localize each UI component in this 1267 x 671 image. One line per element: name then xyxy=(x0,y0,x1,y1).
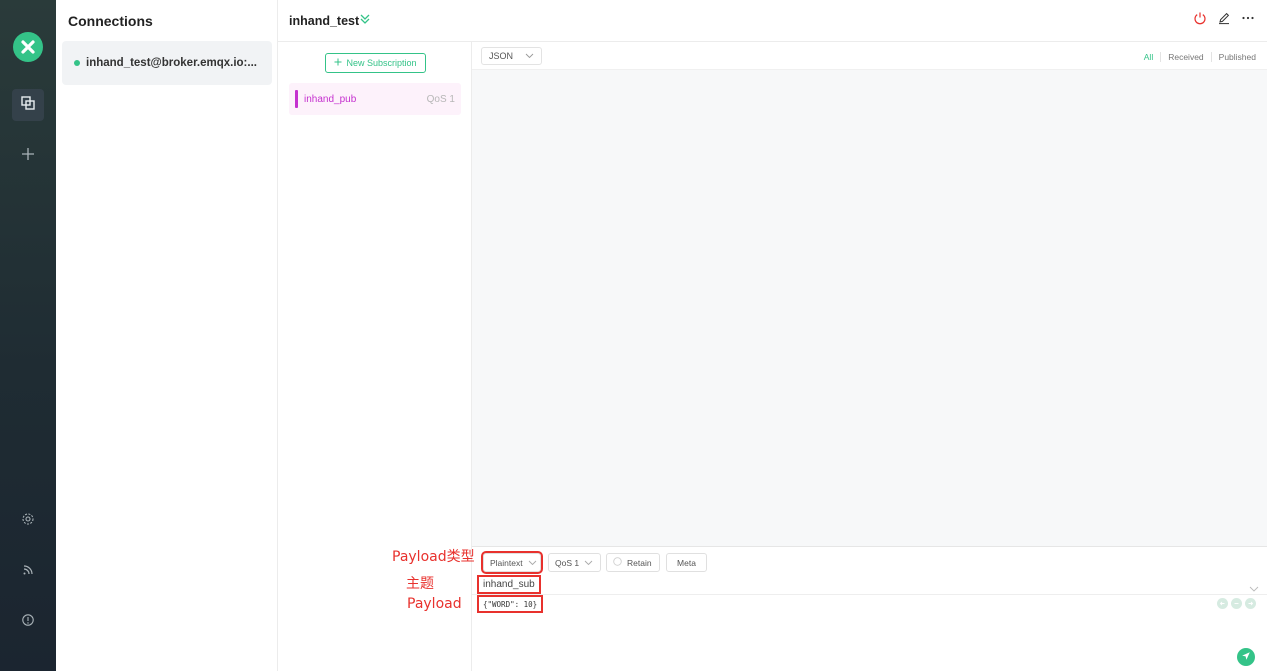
filter-received[interactable]: Received xyxy=(1160,52,1210,62)
subscription-qos: QoS 1 xyxy=(426,94,455,105)
chevron-down-icon xyxy=(584,558,593,568)
connection-item-label: inhand_test@broker.emqx.io:... xyxy=(86,57,257,69)
message-format-select[interactable]: JSON xyxy=(481,47,542,65)
subscription-item[interactable]: inhand_pub QoS 1 xyxy=(289,83,461,115)
chevron-down-icon xyxy=(525,51,534,61)
qos-value: QoS 1 xyxy=(555,557,580,568)
retain-toggle[interactable]: Retain xyxy=(606,553,660,572)
qos-select[interactable]: QoS 1 xyxy=(548,553,601,572)
connection-item[interactable]: inhand_test@broker.emqx.io:... xyxy=(62,41,272,85)
payload-type-select[interactable]: Plaintext xyxy=(481,551,543,574)
plus-icon xyxy=(334,58,342,68)
annotation-payload: Payload xyxy=(407,596,462,612)
publish-payload-editor[interactable]: {"WORD": 10} xyxy=(476,595,544,613)
about-nav-button[interactable] xyxy=(12,606,44,638)
connections-nav-button[interactable] xyxy=(12,89,44,121)
info-icon xyxy=(21,613,35,632)
subscription-color-bar xyxy=(295,90,298,108)
meta-button[interactable]: Meta xyxy=(666,553,707,572)
chevron-down-icon[interactable] xyxy=(1249,580,1259,598)
filter-all[interactable]: All xyxy=(1137,52,1160,62)
new-connection-nav-button[interactable] xyxy=(12,140,44,172)
new-subscription-button[interactable]: New Subscription xyxy=(325,53,426,73)
new-subscription-label: New Subscription xyxy=(346,58,417,68)
send-button[interactable] xyxy=(1237,648,1255,666)
connection-status-dot xyxy=(74,60,80,66)
send-icon xyxy=(1241,648,1251,666)
publish-topic-row: inhand_sub xyxy=(472,575,1267,598)
connection-header: inhand_test xyxy=(278,0,1267,42)
expand-chevron-icon[interactable] xyxy=(359,12,371,31)
chevron-down-icon xyxy=(528,558,537,568)
log-nav-button[interactable] xyxy=(12,556,44,588)
subscription-topic: inhand_pub xyxy=(304,94,357,105)
edit-icon[interactable] xyxy=(1217,11,1231,30)
history-clear-icon[interactable] xyxy=(1231,598,1242,609)
message-list[interactable] xyxy=(472,70,1267,546)
connections-title: Connections xyxy=(68,13,153,29)
mqttx-logo xyxy=(13,32,43,62)
message-filters: All Received Published xyxy=(1137,52,1256,62)
annotation-payload-type: Payload类型 xyxy=(392,549,475,565)
disconnect-icon[interactable] xyxy=(1193,11,1207,30)
plus-icon xyxy=(20,146,36,167)
retain-label: Retain xyxy=(627,557,652,568)
retain-radio-icon xyxy=(613,557,622,568)
subscriptions-panel: New Subscription inhand_pub QoS 1 xyxy=(278,42,472,671)
annotation-topic: 主题 xyxy=(406,576,434,592)
message-format-value: JSON xyxy=(489,51,514,61)
connections-panel: Connections inhand_test@broker.emqx.io:.… xyxy=(56,0,278,671)
connection-title: inhand_test xyxy=(289,14,360,28)
publish-topic-input[interactable]: inhand_sub xyxy=(477,575,541,594)
settings-icon xyxy=(21,512,35,531)
nav-rail xyxy=(0,0,56,671)
payload-type-value: Plaintext xyxy=(490,557,523,568)
header-actions xyxy=(1193,11,1255,30)
publish-panel: Plaintext QoS 1 Retain Meta inhand_sub {… xyxy=(472,546,1267,671)
settings-nav-button[interactable] xyxy=(12,505,44,537)
filter-published[interactable]: Published xyxy=(1210,52,1256,62)
meta-label: Meta xyxy=(677,557,696,568)
message-toolbar: JSON All Received Published xyxy=(472,42,1267,70)
connections-icon xyxy=(20,95,36,116)
history-back-icon[interactable] xyxy=(1217,598,1228,609)
history-forward-icon[interactable] xyxy=(1245,598,1256,609)
feed-icon xyxy=(21,563,35,582)
more-icon[interactable] xyxy=(1241,11,1255,30)
payload-history-controls xyxy=(1217,598,1256,609)
